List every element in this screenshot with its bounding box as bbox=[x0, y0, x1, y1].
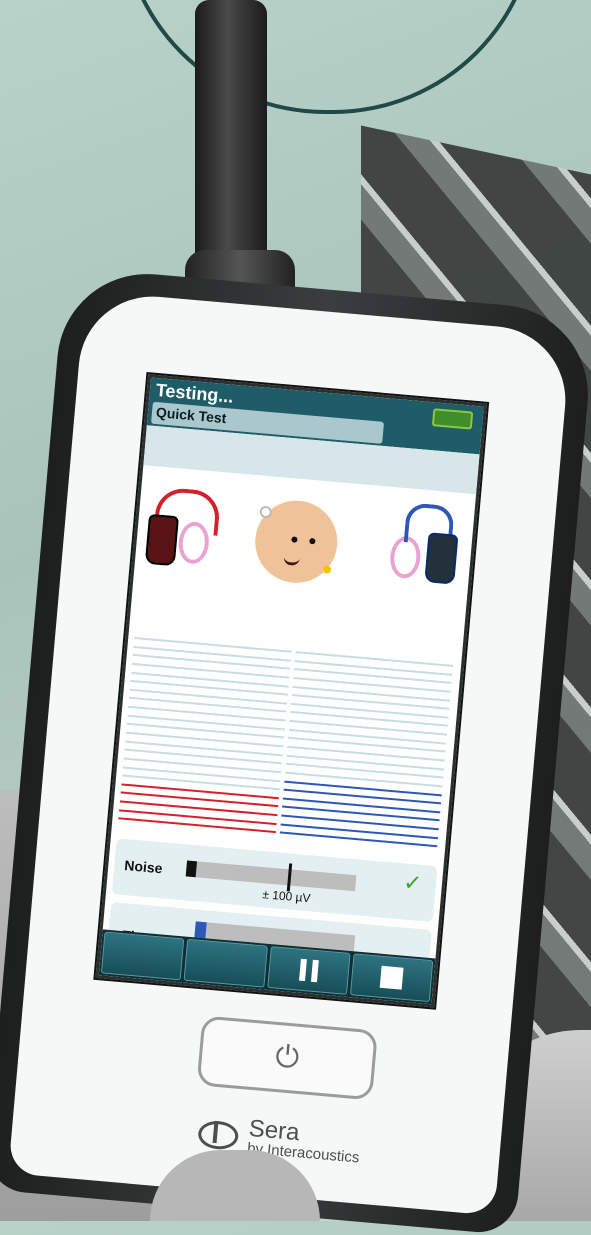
time-progress-fill bbox=[194, 921, 207, 939]
screening-device: Testing... Quick Test Noise ✓ ± 100 µV ⏻… bbox=[0, 266, 591, 1235]
baby-face-icon bbox=[251, 497, 341, 587]
right-bar-line bbox=[295, 651, 454, 667]
stop-button[interactable] bbox=[349, 953, 434, 1003]
baby-mouth bbox=[283, 553, 301, 567]
left-bar-line bbox=[134, 636, 292, 653]
noise-threshold-marker bbox=[286, 863, 293, 892]
noise-meter bbox=[185, 860, 357, 892]
noise-value: ± 100 µV bbox=[261, 887, 312, 906]
softkey-1-button[interactable] bbox=[100, 931, 185, 981]
right-ear-bars bbox=[279, 651, 454, 854]
sera-logo-icon bbox=[197, 1119, 240, 1151]
softkey-2-button[interactable] bbox=[183, 938, 268, 988]
power-icon: ⏻ bbox=[274, 1039, 301, 1075]
ear-illustration bbox=[133, 477, 475, 616]
ear-marker-dot bbox=[322, 565, 332, 574]
decorative-arc bbox=[120, 0, 538, 114]
battery-icon bbox=[431, 408, 474, 430]
right-probe-icon bbox=[424, 532, 459, 585]
stop-icon bbox=[379, 965, 404, 990]
right-eye bbox=[309, 537, 316, 545]
device-face: Testing... Quick Test Noise ✓ ± 100 µV ⏻… bbox=[8, 290, 572, 1216]
check-icon: ✓ bbox=[402, 869, 424, 896]
power-button[interactable]: ⏻ bbox=[196, 1015, 378, 1101]
left-eye bbox=[291, 536, 298, 543]
pause-icon bbox=[298, 958, 319, 983]
response-bars bbox=[118, 636, 455, 854]
noise-label: Noise bbox=[123, 857, 164, 877]
noise-level-fill bbox=[185, 860, 198, 878]
pacifier-dot bbox=[259, 505, 273, 519]
left-ear-bars bbox=[118, 636, 292, 840]
device-screen: Testing... Quick Test Noise ✓ ± 100 µV bbox=[95, 374, 488, 1008]
left-probe-icon bbox=[144, 513, 180, 567]
pause-button[interactable] bbox=[266, 946, 351, 995]
probe-cable bbox=[195, 0, 267, 290]
